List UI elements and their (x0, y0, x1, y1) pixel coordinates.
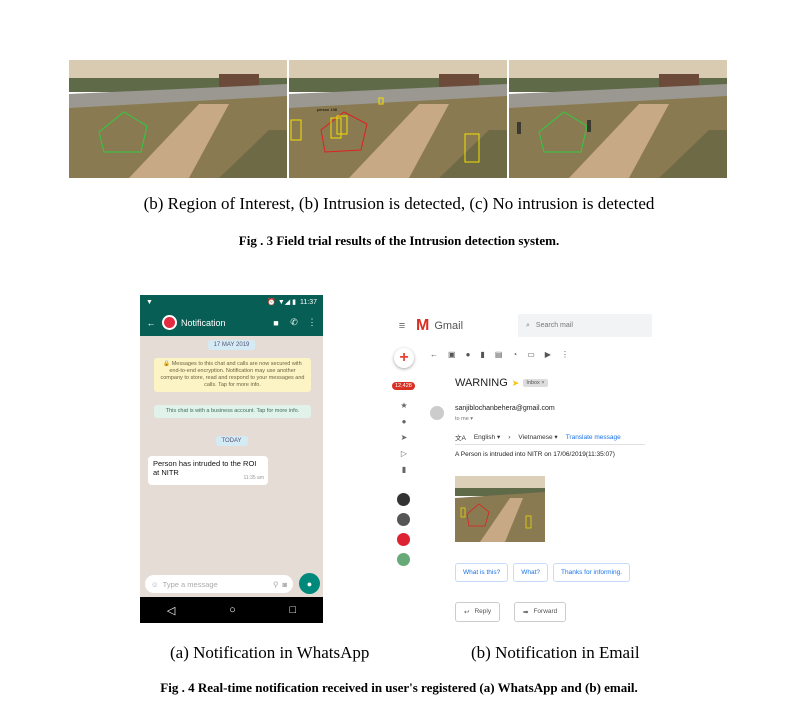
menu-icon[interactable]: ≡ (388, 320, 416, 332)
chat-body: 17 MAY 2019 🔒 Messages to this chat and … (140, 336, 323, 586)
move-icon[interactable]: ▭ (527, 350, 535, 359)
inbox-count-badge[interactable]: 12,428 (392, 382, 415, 390)
gmail-wordmark: Gmail (434, 320, 464, 332)
fig4-subcaption-a: (a) Notification in WhatsApp (170, 643, 370, 662)
importance-marker-icon[interactable]: ➤ (512, 378, 520, 389)
video-call-icon[interactable]: ■ (269, 318, 283, 328)
sender-avatar (430, 406, 444, 420)
drafts-icon[interactable]: ▮ (398, 465, 410, 474)
smart-reply-chip[interactable]: What? (513, 563, 549, 582)
divider (455, 444, 645, 445)
field-photo-roi (69, 60, 287, 178)
chat-header: ← Notification ■ ✆ ⋮ (140, 309, 323, 336)
nav-recents-icon[interactable]: □ (289, 604, 296, 616)
encryption-notice[interactable]: 🔒 Messages to this chat and calls are no… (154, 358, 311, 392)
today-pill: TODAY (215, 436, 248, 446)
contact-avatar-3[interactable] (397, 533, 410, 546)
translate-arrow-icon: › (508, 433, 511, 441)
fig4-subcaption-b: (b) Notification in Email (471, 643, 640, 662)
fig3-caption: Fig . 3 Field trial results of the Intru… (238, 233, 560, 248)
message-text: Person has intruded to the ROI at NITR (153, 459, 257, 477)
archive-icon[interactable]: ▣ (448, 350, 456, 359)
email-body: A Person is intruded into NITR on 17/06/… (455, 451, 615, 458)
report-spam-icon[interactable]: ● (466, 350, 471, 359)
field-photo-no-intrusion (509, 60, 727, 178)
whatsapp-screenshot: ▼ ⏰ ▼◢ ▮ 11:37 ← Notification ■ ✆ ⋮ 17 M… (140, 295, 323, 623)
snooze-icon[interactable]: ◔ (512, 350, 517, 359)
detection-label: person 198 (317, 107, 338, 112)
inbox-label[interactable]: Inbox × (523, 379, 548, 387)
back-arrow-icon[interactable]: ← (144, 318, 158, 328)
sent-icon[interactable]: ▷ (398, 449, 410, 458)
gmail-sidebar: + 12,428 ★ ● ➤ ▷ ▮ (388, 342, 418, 628)
search-icon: ⌕ (526, 321, 530, 329)
message-placeholder: Type a message (162, 579, 218, 589)
reply-icon: ↩ (464, 609, 470, 616)
translate-from[interactable]: English ▾ (474, 433, 500, 441)
business-notice[interactable]: This chat is with a business account. Ta… (154, 405, 311, 418)
smart-reply-chip[interactable]: What is this? (455, 563, 509, 582)
star-icon[interactable]: ★ (398, 401, 410, 410)
gmail-screenshot: ≡ M Gmail ⌕ Search mail + 12,428 ★ ● ➤ ▷… (388, 312, 656, 628)
email-subject: WARNING ➤ Inbox × (455, 377, 548, 389)
clock-icon[interactable]: ● (398, 417, 410, 426)
contact-avatar-1[interactable] (397, 493, 410, 506)
subject-text: WARNING (455, 377, 508, 389)
shield-icon: ▼ (146, 298, 153, 306)
phone-call-icon[interactable]: ✆ (287, 317, 301, 328)
field-photo-intrusion: person 198 (289, 60, 507, 178)
sender-address: sanjiblochanbehera@gmail.com (455, 405, 555, 412)
mic-icon[interactable]: ● (299, 573, 320, 594)
compose-icon[interactable]: + (394, 348, 414, 368)
label-icon[interactable]: ▶ (545, 350, 551, 359)
forward-label: Forward (533, 608, 558, 615)
translate-bar: 文A English ▾ › Vietnamese ▾ Translate me… (455, 432, 621, 443)
nav-home-icon[interactable]: ○ (229, 604, 236, 616)
message-input[interactable]: ☺ Type a message ⚲ ◙ (145, 575, 293, 593)
emoji-icon[interactable]: ☺ (151, 580, 159, 589)
more-options-icon[interactable]: ⋮ (305, 317, 319, 328)
fig4-caption: Fig . 4 Real-time notification received … (160, 680, 638, 695)
translate-to[interactable]: Vietnamese ▾ (518, 433, 557, 441)
recipient-toggle[interactable]: to me ▾ (455, 416, 473, 422)
reply-label: Reply (474, 608, 492, 615)
gmail-top-bar: ≡ M Gmail ⌕ Search mail (388, 312, 656, 340)
smart-replies: What is this? What? Thanks for informing… (455, 563, 631, 582)
attach-icon[interactable]: ⚲ (273, 580, 279, 589)
message-time: 11:35 am (243, 475, 264, 481)
mark-unread-icon[interactable]: ▤ (495, 350, 503, 359)
translate-link[interactable]: Translate message (566, 434, 621, 441)
important-icon[interactable]: ➤ (398, 433, 410, 442)
delete-icon[interactable]: ▮ (480, 350, 484, 359)
camera-icon[interactable]: ◙ (282, 580, 287, 589)
status-icons: ⏰ ▼◢ ▮ (267, 299, 296, 306)
contact-avatar-4[interactable] (397, 553, 410, 566)
back-icon[interactable]: ← (430, 350, 438, 359)
chat-title[interactable]: Notification (181, 318, 226, 328)
nav-back-icon[interactable]: ◁ (167, 604, 175, 617)
gmail-logo-icon[interactable]: M (416, 317, 429, 335)
contact-avatar-2[interactable] (397, 513, 410, 526)
search-input[interactable]: ⌕ Search mail (518, 314, 652, 337)
more-icon[interactable]: ⋮ (561, 350, 569, 359)
forward-button[interactable]: ➡ Forward (514, 602, 567, 622)
translate-icon: 文A (455, 435, 466, 442)
attached-image[interactable] (455, 476, 545, 542)
message-toolbar: ← ▣ ● ▮ ▤ ◔ ▭ ▶ ⋮ (430, 350, 569, 359)
search-placeholder: Search mail (535, 322, 573, 329)
status-bar: ▼ ⏰ ▼◢ ▮ 11:37 (140, 295, 323, 309)
status-time: 11:37 (300, 298, 317, 306)
incoming-message: Person has intruded to the ROI at NITR 1… (148, 456, 268, 485)
smart-reply-chip[interactable]: Thanks for informing. (553, 563, 631, 582)
reply-button[interactable]: ↩ Reply (455, 602, 501, 622)
forward-icon: ➡ (523, 609, 529, 616)
fig3-subcaption: (b) Region of Interest, (b) Intrusion is… (143, 194, 655, 213)
date-pill: 17 MAY 2019 (207, 340, 256, 350)
android-nav-bar: ◁ ○ □ (140, 597, 323, 623)
avatar[interactable] (162, 315, 177, 330)
